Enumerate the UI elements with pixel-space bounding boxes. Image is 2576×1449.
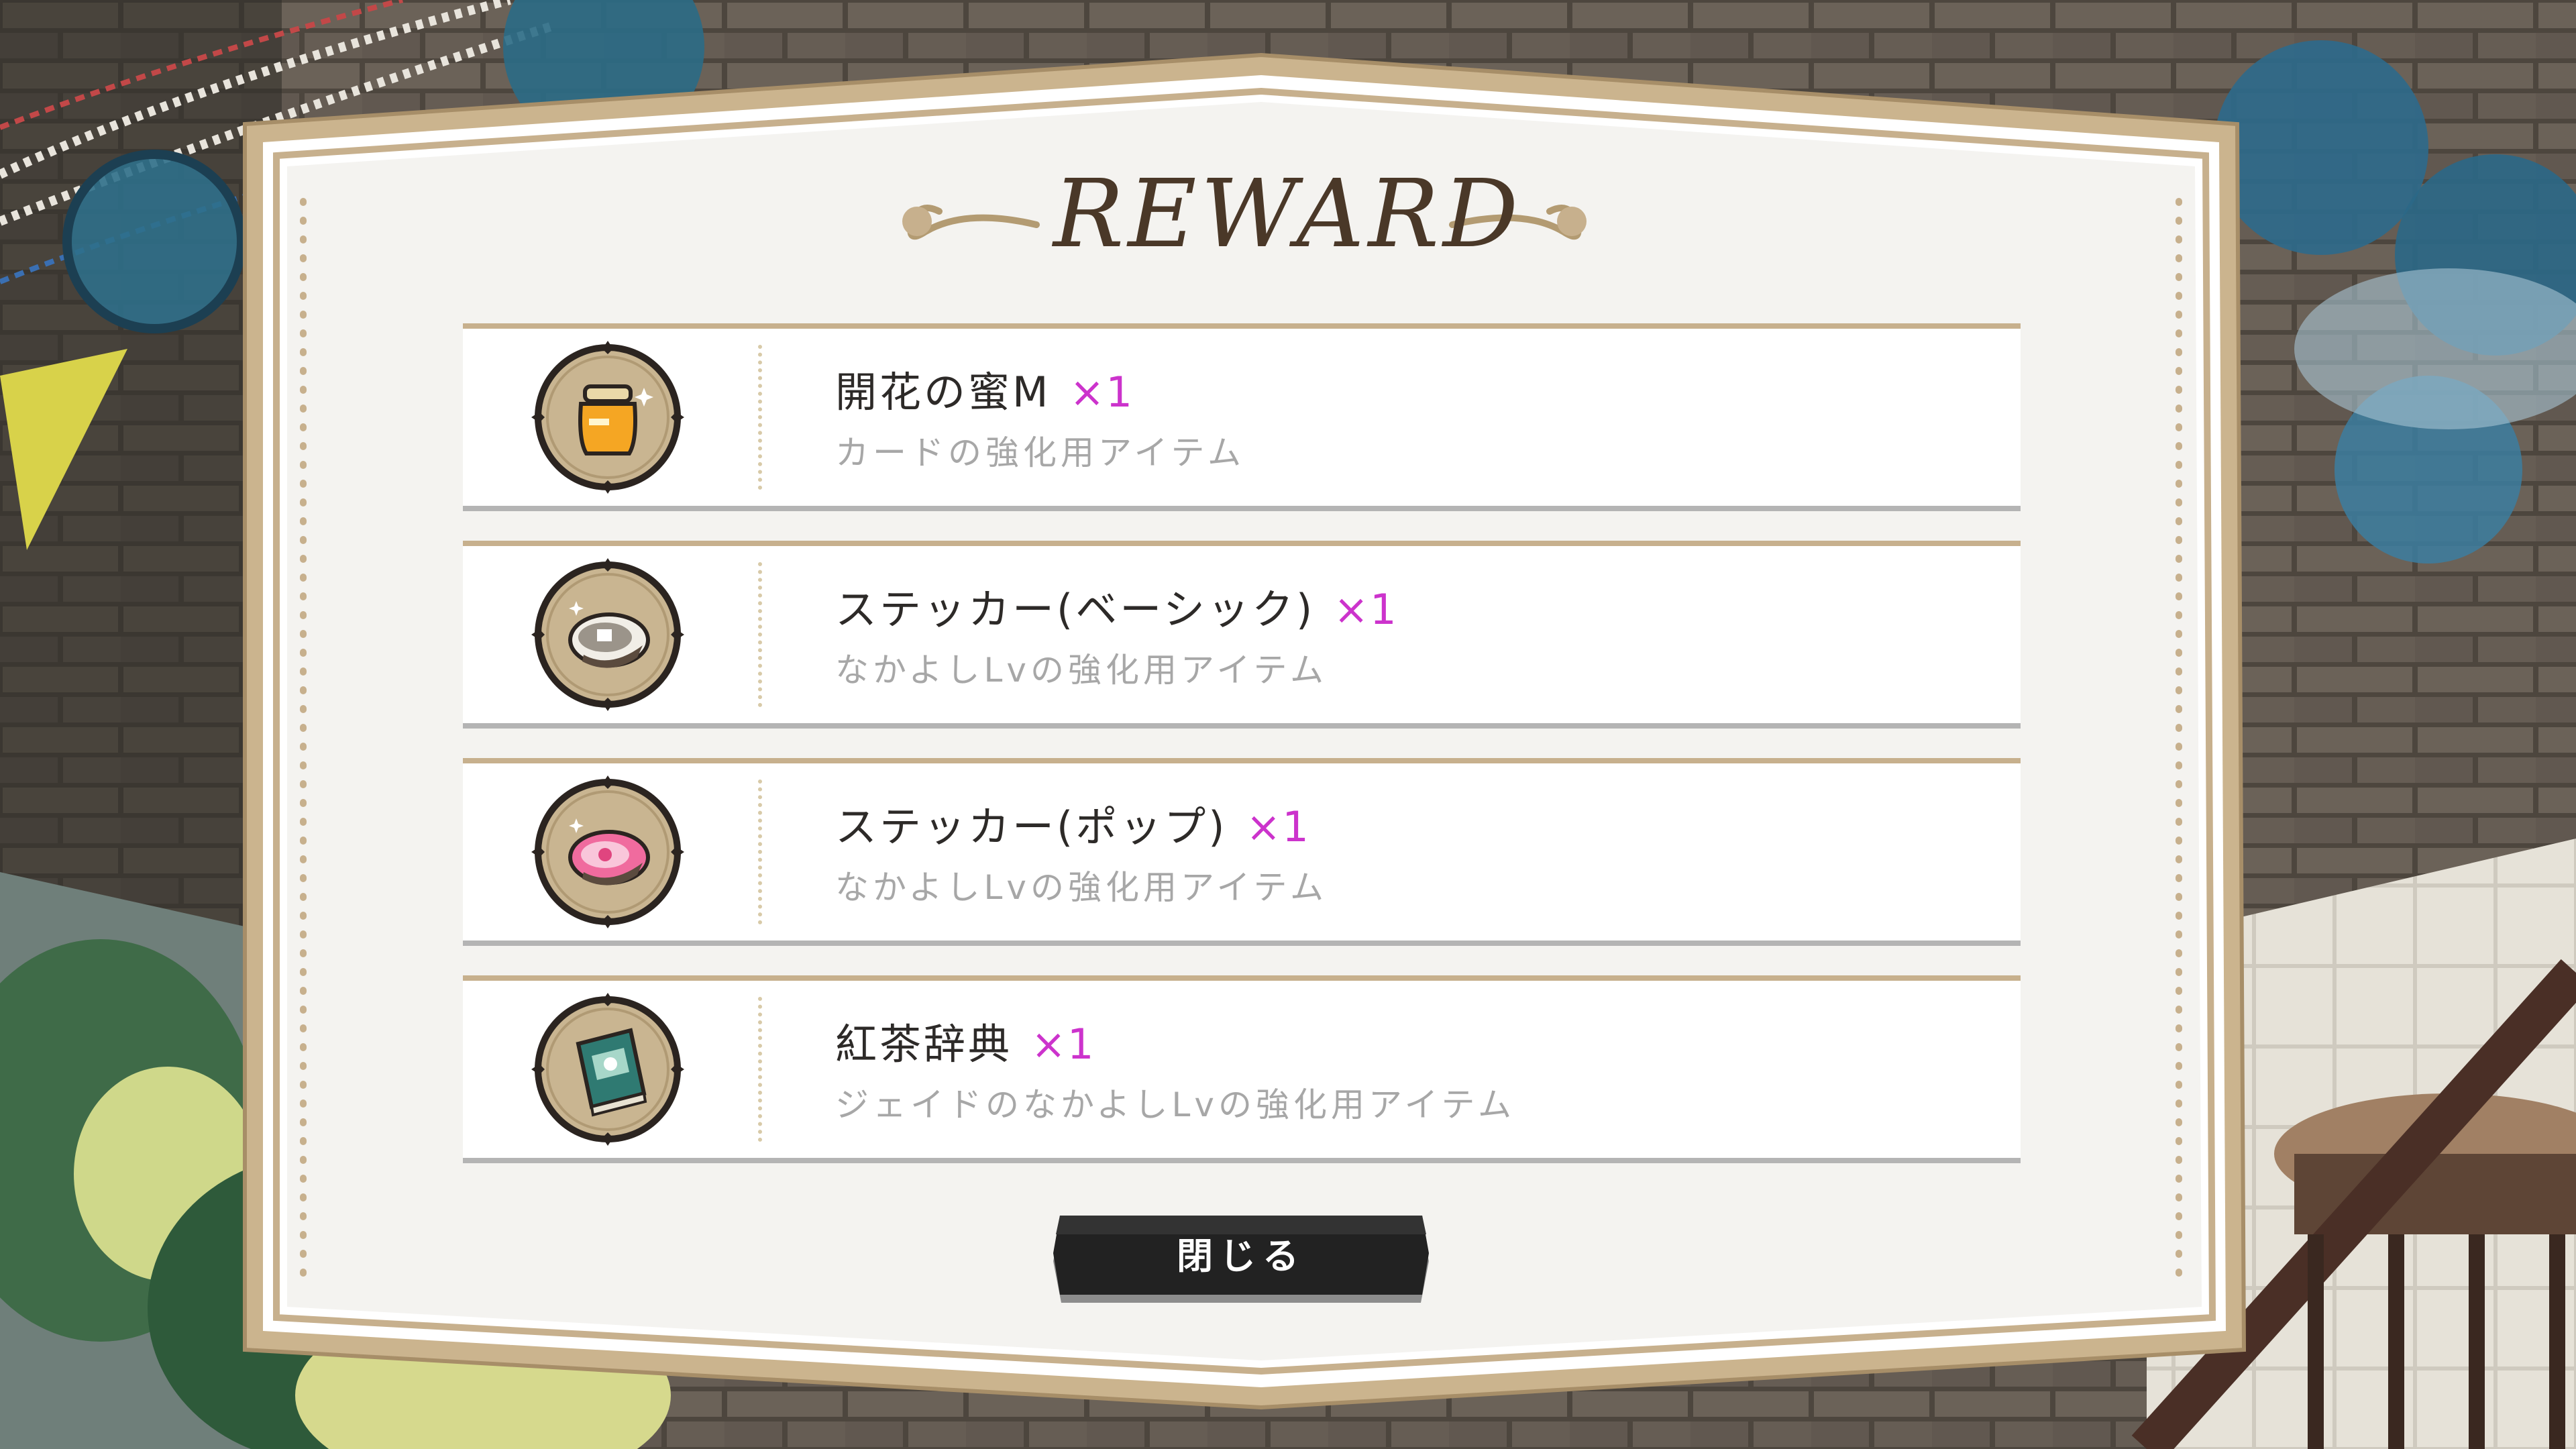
reward-name: ステッカー(ポップ) ×1 (835, 802, 1310, 851)
dialog-title: REWARD (1053, 160, 1523, 269)
reward-quantity: ×1 (1246, 802, 1310, 851)
row-divider (758, 345, 762, 490)
close-button[interactable]: 閉じる (1053, 1214, 1429, 1305)
sticker-pop-icon (531, 775, 684, 928)
reward-description: なかよしLvの強化用アイテム (835, 651, 1328, 690)
reward-description: ジェイドのなかよしLvの強化用アイテム (835, 1085, 1515, 1124)
sticker-basic-icon (531, 558, 684, 711)
reward-dialog: REWARD 開花の蜜M ×1 カードの強化用アイテム ステッカー(ベーシック)… (0, 0, 2576, 1449)
reward-description: なかよしLvの強化用アイテム (835, 868, 1328, 907)
close-button-label: 閉じる (1177, 1235, 1305, 1277)
reward-row: 紅茶辞典 ×1 ジェイドのなかよしLvの強化用アイテム (463, 975, 2021, 1163)
row-divider (758, 997, 762, 1142)
reward-name: 開花の蜜M ×1 (835, 368, 1134, 417)
reward-row: 開花の蜜M ×1 カードの強化用アイテム (463, 323, 2021, 511)
reward-name: ステッカー(ベーシック) ×1 (835, 585, 1398, 634)
reward-row: ステッカー(ベーシック) ×1 なかよしLvの強化用アイテム (463, 541, 2021, 729)
row-divider (758, 780, 762, 924)
reward-quantity: ×1 (1069, 368, 1134, 417)
reward-quantity: ×1 (1334, 585, 1398, 634)
honey-jar-icon (531, 341, 684, 494)
reward-description: カードの強化用アイテム (835, 433, 1245, 472)
reward-quantity: ×1 (1031, 1020, 1095, 1069)
tea-dictionary-icon (531, 993, 684, 1146)
reward-name: 紅茶辞典 ×1 (835, 1020, 1095, 1069)
reward-row: ステッカー(ポップ) ×1 なかよしLvの強化用アイテム (463, 758, 2021, 946)
row-divider (758, 562, 762, 707)
